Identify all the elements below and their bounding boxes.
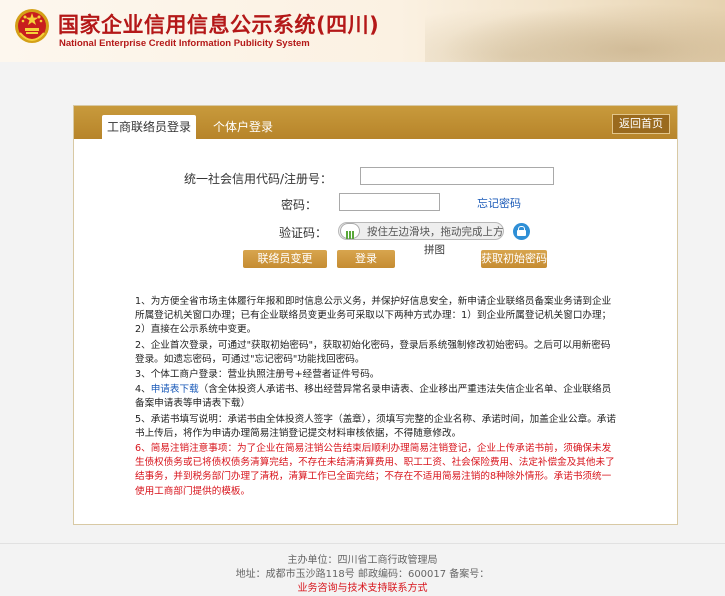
site-title: 国家企业信用信息公示系统(四川) bbox=[58, 13, 380, 37]
password-input[interactable] bbox=[339, 193, 440, 211]
site-subtitle: National Enterprise Credit Information P… bbox=[59, 38, 310, 49]
return-home-button[interactable]: 返回首页 bbox=[612, 114, 670, 134]
tab-individual-login[interactable]: 个体户登录 bbox=[205, 115, 281, 139]
notice-list: 1、为方便全省市场主体履行年报和即时信息公示义务，并保护好信息安全，新申请企业联… bbox=[135, 295, 617, 500]
grip-icon bbox=[346, 231, 354, 239]
notice-item-warning: 6、简易注销注意事项：为了企业在简易注销公告结束后顺利办理简易注销登记，企业上传… bbox=[135, 443, 615, 497]
code-input[interactable] bbox=[360, 167, 554, 185]
lock-icon[interactable] bbox=[513, 223, 530, 240]
footer-divider bbox=[0, 543, 725, 544]
tab-bar: 工商联络员登录 个体户登录 返回首页 bbox=[74, 106, 677, 139]
captcha-label: 验证码： bbox=[279, 226, 328, 240]
notice-item: 5、承诺书填写说明：承诺书由全体投资人签字（盖章），须填写完整的企业名称、承诺时… bbox=[135, 413, 616, 439]
notice-item: 1、为方便全省市场主体履行年报和即时信息公示义务，并保护好信息安全，新申请企业联… bbox=[135, 296, 612, 336]
forgot-password-link[interactable]: 忘记密码 bbox=[477, 195, 521, 211]
footer-address: 地址：成都市玉沙路118号 邮政编码：600017 备案号： bbox=[235, 569, 490, 580]
support-contact-link[interactable]: 业务咨询与技术支持联系方式 bbox=[0, 579, 725, 594]
liaison-change-button[interactable]: 联络员变更 bbox=[243, 250, 327, 268]
login-button[interactable]: 登录 bbox=[337, 250, 395, 268]
notice-prefix: 4、 bbox=[135, 384, 151, 396]
national-emblem-icon bbox=[15, 9, 49, 43]
notice-item: 4、申请表下载（含全体投资人承诺书、移出经营异常名录申请表、企业移出严重违法失信… bbox=[135, 383, 617, 411]
notice-text: （含全体投资人承诺书、移出经营异常名录申请表、企业移出严重违法失信企业名单、企业… bbox=[135, 384, 612, 410]
puzzle-text: 拼图 bbox=[424, 244, 445, 256]
notice-item: 3、个体工商户登录：营业执照注册号+经营者证件号码。 bbox=[135, 369, 380, 381]
slider-handle[interactable] bbox=[340, 223, 360, 239]
site-header: 国家企业信用信息公示系统(四川) National Enterprise Cre… bbox=[0, 0, 725, 62]
code-label: 统一社会信用代码/注册号： bbox=[184, 172, 333, 186]
get-initial-password-button[interactable]: 获取初始密码 bbox=[481, 250, 547, 268]
tab-liaison-login[interactable]: 工商联络员登录 bbox=[102, 115, 196, 139]
slider-hint: 按住左边滑块，拖动完成上方 bbox=[367, 226, 504, 238]
mountain-decoration bbox=[425, 0, 725, 62]
footer-host: 主办单位：四川省工商行政管理局 bbox=[287, 555, 438, 566]
notice-item: 2、企业首次登录，可通过"获取初始密码"，获取初始化密码，登录后系统强制修改初始… bbox=[135, 339, 611, 365]
login-panel: 工商联络员登录 个体户登录 返回首页 统一社会信用代码/注册号： 密码： 忘记密… bbox=[73, 105, 678, 525]
captcha-slider[interactable]: 按住左边滑块，拖动完成上方 bbox=[338, 222, 504, 240]
form-download-link[interactable]: 申请表下载 bbox=[151, 384, 199, 395]
password-label: 密码： bbox=[281, 198, 318, 212]
